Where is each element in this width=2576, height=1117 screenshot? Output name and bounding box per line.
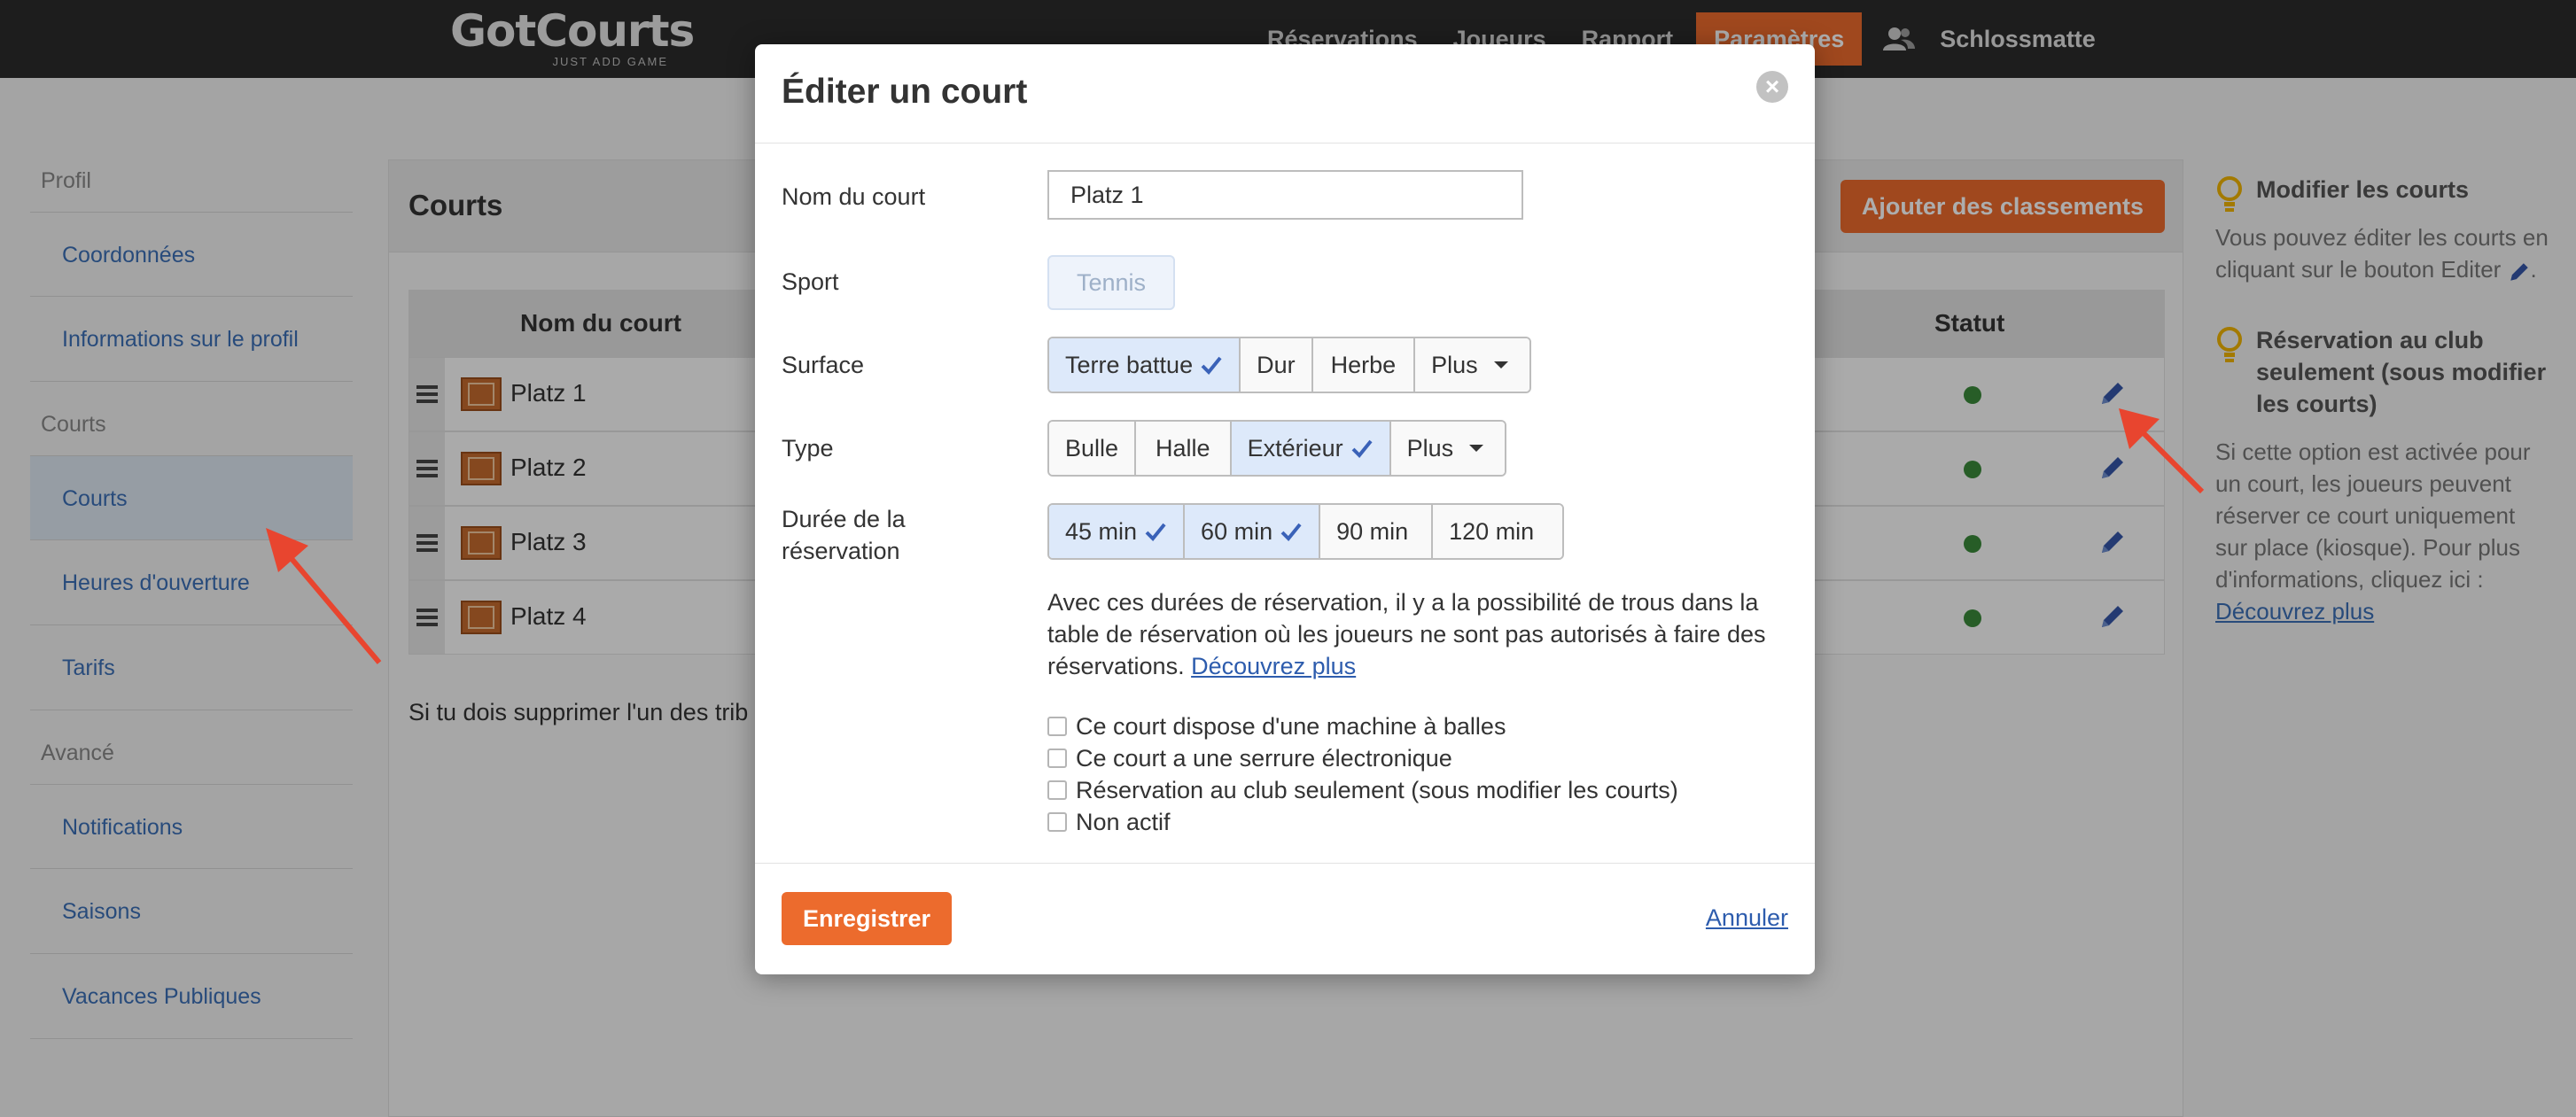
annotation-arrow bbox=[2119, 408, 2205, 494]
duration-60[interactable]: 60 min bbox=[1185, 505, 1321, 558]
type-halle[interactable]: Halle bbox=[1136, 422, 1232, 475]
segment-label: 60 min bbox=[1201, 518, 1273, 545]
edit-court-dialog: Éditer un court × Nom du court Sport Ten… bbox=[755, 44, 1815, 974]
surface-herbe[interactable]: Herbe bbox=[1312, 338, 1416, 392]
checkbox-label: Non actif bbox=[1076, 808, 1171, 835]
label-sport: Sport bbox=[782, 268, 839, 295]
sport-field: Tennis bbox=[1047, 255, 1175, 310]
type-bulle[interactable]: Bulle bbox=[1049, 422, 1137, 475]
checkmark-icon bbox=[1145, 523, 1166, 541]
checkbox[interactable] bbox=[1047, 717, 1067, 736]
type-exterieur[interactable]: Extérieur bbox=[1231, 422, 1391, 475]
segment-label: Extérieur bbox=[1247, 435, 1343, 462]
segment-label: Terre battue bbox=[1065, 352, 1194, 378]
close-icon[interactable]: × bbox=[1756, 71, 1788, 103]
cancel-link[interactable]: Annuler bbox=[1706, 904, 1788, 932]
annotation-arrow bbox=[266, 528, 382, 664]
duration-90[interactable]: 90 min bbox=[1320, 505, 1434, 558]
checkmark-icon bbox=[1351, 439, 1373, 458]
checkbox-label: Réservation au club seulement (sous modi… bbox=[1076, 776, 1678, 803]
type-button-group: Bulle Halle Extérieur Plus bbox=[1047, 420, 1507, 477]
checkbox-inactive[interactable]: Non actif bbox=[1047, 806, 1678, 838]
duration-note-text: Avec ces durées de réservation, il y a l… bbox=[1047, 589, 1766, 679]
checkbox-club-only[interactable]: Réservation au club seulement (sous modi… bbox=[1047, 774, 1678, 806]
caret-down-icon bbox=[1493, 361, 1508, 368]
dialog-title: Éditer un court bbox=[782, 73, 1028, 111]
segment-label: 45 min bbox=[1065, 518, 1138, 545]
duration-120[interactable]: 120 min bbox=[1433, 505, 1563, 558]
checkbox-electronic-lock[interactable]: Ce court a une serrure électronique bbox=[1047, 742, 1678, 774]
checkbox[interactable] bbox=[1047, 780, 1067, 800]
label-court-name: Nom du court bbox=[782, 183, 926, 210]
checkbox-label: Ce court a une serrure électronique bbox=[1076, 744, 1452, 772]
save-button[interactable]: Enregistrer bbox=[782, 892, 953, 945]
checkmark-icon bbox=[1201, 356, 1222, 375]
checkbox-label: Ce court dispose d'une machine à balles bbox=[1076, 712, 1506, 740]
surface-button-group: Terre battue Dur Herbe Plus bbox=[1047, 337, 1531, 393]
label-duration-line2: réservation bbox=[782, 538, 900, 564]
checkbox[interactable] bbox=[1047, 812, 1067, 832]
surface-dur[interactable]: Dur bbox=[1241, 338, 1313, 392]
duration-button-group: 45 min 60 min 90 min 120 min bbox=[1047, 503, 1565, 560]
checkbox-ball-machine[interactable]: Ce court dispose d'une machine à balles bbox=[1047, 710, 1678, 742]
caret-down-icon bbox=[1469, 445, 1484, 452]
court-options: Ce court dispose d'une machine à balles … bbox=[1047, 710, 1678, 838]
surface-terre-battue[interactable]: Terre battue bbox=[1049, 338, 1241, 392]
label-surface: Surface bbox=[782, 352, 865, 378]
segment-label: Plus bbox=[1431, 352, 1478, 378]
dialog-footer: Enregistrer Annuler bbox=[755, 863, 1815, 974]
checkmark-icon bbox=[1280, 523, 1302, 541]
court-name-input[interactable] bbox=[1047, 170, 1523, 220]
label-type: Type bbox=[782, 435, 834, 462]
learn-more-link[interactable]: Découvrez plus bbox=[1191, 653, 1356, 679]
label-duration: Durée de la réservation bbox=[782, 503, 906, 567]
checkbox[interactable] bbox=[1047, 749, 1067, 768]
label-duration-line1: Durée de la bbox=[782, 506, 906, 532]
duration-45[interactable]: 45 min bbox=[1049, 505, 1186, 558]
dialog-header: Éditer un court × bbox=[755, 44, 1815, 144]
surface-more-dropdown[interactable]: Plus bbox=[1415, 338, 1529, 392]
duration-note: Avec ces durées de réservation, il y a l… bbox=[1047, 586, 1774, 682]
segment-label: Plus bbox=[1406, 435, 1454, 462]
type-more-dropdown[interactable]: Plus bbox=[1390, 422, 1506, 475]
